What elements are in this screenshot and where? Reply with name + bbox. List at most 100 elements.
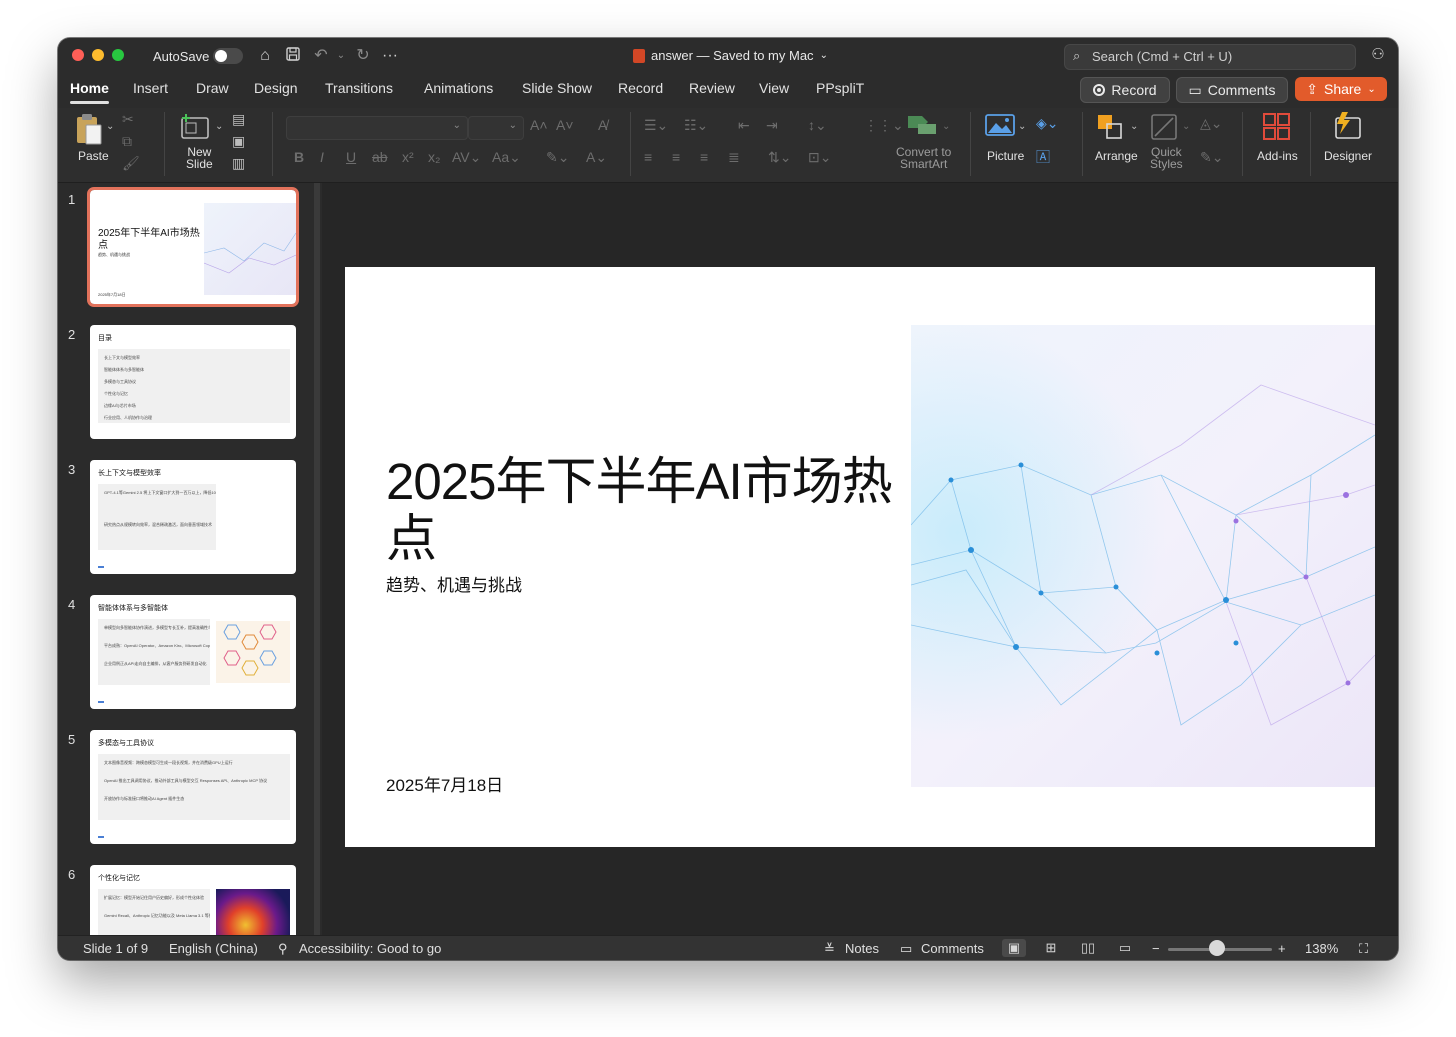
decrease-font-icon[interactable]: A˅ — [556, 116, 574, 134]
tab-transitions[interactable]: Transitions — [325, 80, 393, 96]
slide-sorter-icon[interactable]: ⊞ — [1039, 939, 1063, 957]
thumbnail-slide-5[interactable]: 多模态与工具协议 文本图像音视频：跨模态模型可生成一段长视频，并在消费级GPU上… — [90, 730, 296, 844]
shape-outline-icon[interactable]: ✎⌄ — [1200, 148, 1223, 166]
shapes-icon[interactable]: ◈⌄ — [1036, 114, 1059, 132]
thumbnail-slide-4[interactable]: 智能体体系与多智能体 单模型向多智能体协作演进，多模型专长互补，提高准确性与扩展… — [90, 595, 296, 709]
tab-view[interactable]: View — [759, 80, 789, 96]
tab-slide-show[interactable]: Slide Show — [522, 80, 592, 96]
tab-record[interactable]: Record — [618, 80, 663, 96]
autosave-toggle[interactable] — [213, 48, 243, 64]
arrange-icon[interactable] — [1094, 112, 1126, 142]
format-painter-icon[interactable]: 🖌 — [122, 154, 140, 172]
thumbnail-slide-3[interactable]: 长上下文与模型效率 GPT-4.1等Gemini 2.5 将上下文窗口扩大到一百… — [90, 460, 296, 574]
picture-dropdown-icon[interactable]: ⌄ — [1018, 118, 1026, 136]
undo-dropdown-icon[interactable]: ⌄ — [331, 46, 351, 66]
reading-view-icon[interactable]: ▯▯ — [1076, 939, 1100, 957]
smartart-dropdown-icon[interactable]: ⌄ — [942, 118, 950, 136]
tab-review[interactable]: Review — [689, 80, 735, 96]
tab-home[interactable]: Home — [70, 80, 109, 104]
section-icon[interactable]: ▥ — [232, 154, 245, 172]
tab-ppsplit[interactable]: PPspliT — [816, 80, 864, 96]
slide-subtitle[interactable]: 趋势、机遇与挑战 — [386, 571, 522, 596]
align-left-icon[interactable]: ≡ — [644, 148, 652, 166]
zoom-in-icon[interactable]: + — [1278, 941, 1286, 956]
home-icon[interactable]: ⌂ — [255, 46, 275, 66]
slide-date[interactable]: 2025年7月18日 — [386, 771, 503, 796]
justify-icon[interactable]: ≣ — [728, 148, 740, 166]
columns-icon[interactable]: ⋮⋮⌄ — [864, 116, 904, 134]
comments-button[interactable]: ▭ Comments — [1176, 77, 1288, 103]
quick-styles-icon[interactable] — [1148, 112, 1180, 142]
numbering-icon[interactable]: ☷⌄ — [684, 116, 708, 134]
undo-icon[interactable]: ↶ — [311, 46, 331, 66]
align-text-icon[interactable]: ⊡⌄ — [808, 148, 831, 166]
shape-fill-icon[interactable]: ◬⌄ — [1200, 114, 1223, 132]
italic-icon[interactable]: I — [320, 148, 324, 166]
highlight-icon[interactable]: ✎⌄ — [546, 148, 569, 166]
fit-to-window-icon[interactable]: ⛶ — [1359, 941, 1368, 957]
save-icon[interactable] — [283, 46, 303, 66]
decrease-indent-icon[interactable]: ⇤ — [738, 116, 750, 134]
network-image[interactable] — [910, 325, 1375, 787]
document-title[interactable]: answer — Saved to my Mac ⌄ — [633, 48, 828, 63]
paste-dropdown-icon[interactable]: ⌄ — [106, 118, 114, 136]
increase-font-icon[interactable]: A˄ — [530, 116, 548, 134]
close-window-button[interactable] — [72, 49, 84, 61]
thumbnails-scrollbar[interactable] — [314, 183, 320, 935]
text-box-icon[interactable]: 🄰 — [1036, 148, 1050, 166]
line-spacing-icon[interactable]: ↕⌄ — [808, 116, 827, 134]
more-icon[interactable]: ··· — [380, 46, 400, 66]
language-status[interactable]: English (China) — [169, 941, 258, 956]
copy-icon[interactable]: ⧉ — [122, 132, 132, 150]
slide-show-icon[interactable]: ▭ — [1113, 939, 1137, 957]
clear-formatting-icon[interactable]: A̸ — [598, 116, 607, 134]
slide-title[interactable]: 2025年下半年AI市场热点 — [386, 453, 916, 567]
font-size-select[interactable]: ⌄ — [468, 116, 524, 140]
zoom-slider-knob[interactable] — [1208, 940, 1225, 956]
reset-icon[interactable]: ▣ — [232, 132, 245, 150]
text-direction-icon[interactable]: ⇅⌄ — [768, 148, 791, 166]
new-slide-dropdown-icon[interactable]: ⌄ — [215, 118, 223, 136]
align-center-icon[interactable]: ≡ — [672, 148, 680, 166]
increase-indent-icon[interactable]: ⇥ — [766, 116, 778, 134]
tab-insert[interactable]: Insert — [133, 80, 168, 96]
search-box[interactable]: ⌕ Search (Cmd + Ctrl + U) — [1064, 44, 1356, 70]
share-button[interactable]: ⇪ Share ⌄ — [1295, 77, 1387, 101]
designer-icon[interactable] — [1330, 110, 1364, 142]
record-button[interactable]: Record — [1080, 77, 1170, 103]
thumbnail-slide-6[interactable]: 个性化与记忆 扩展记忆：模型开始记住用户历史偏好，形成个性化体验 Gemini … — [90, 865, 296, 935]
arrange-dropdown-icon[interactable]: ⌄ — [1130, 118, 1138, 136]
underline-icon[interactable]: U — [346, 148, 356, 166]
tab-design[interactable]: Design — [254, 80, 298, 96]
layout-icon[interactable]: ▤ — [232, 110, 245, 128]
add-ins-icon[interactable] — [1262, 112, 1292, 142]
superscript-icon[interactable]: x² — [402, 148, 414, 166]
smartart-icon[interactable] — [906, 112, 938, 138]
picture-icon[interactable] — [984, 112, 1016, 140]
normal-view-icon[interactable]: ▣ — [1002, 939, 1026, 957]
thumbnail-slide-2[interactable]: 目录 长上下文与模型效率 智能体体系与多智能体 多模态与工具协议 个性化与记忆 … — [90, 325, 296, 439]
thumbnail-slide-1[interactable]: 2025年下半年AI市场热点 趋势、机遇与挑战 2025年7月18日 — [87, 187, 299, 307]
accessibility-status[interactable]: Accessibility: Good to go — [299, 941, 441, 956]
change-case-icon[interactable]: Aa⌄ — [492, 148, 521, 166]
comments-status-button[interactable]: Comments — [921, 941, 984, 956]
paste-icon[interactable] — [74, 112, 104, 146]
redo-icon[interactable]: ↻ — [353, 46, 373, 66]
zoom-level[interactable]: 138% — [1305, 941, 1338, 956]
zoom-out-icon[interactable]: − — [1152, 941, 1160, 956]
font-name-select[interactable]: ⌄ — [286, 116, 468, 140]
bullets-icon[interactable]: ☰⌄ — [644, 116, 668, 134]
account-icon[interactable]: ⚇ — [1368, 45, 1388, 65]
minimize-window-button[interactable] — [92, 49, 104, 61]
cut-icon[interactable]: ✂ — [122, 110, 134, 128]
align-right-icon[interactable]: ≡ — [700, 148, 708, 166]
bold-icon[interactable]: B — [294, 148, 304, 166]
quick-styles-dropdown-icon[interactable]: ⌄ — [1182, 118, 1190, 136]
new-slide-icon[interactable] — [180, 112, 212, 140]
font-color-icon[interactable]: A⌄ — [586, 148, 607, 166]
current-slide[interactable]: 2025年下半年AI市场热点 趋势、机遇与挑战 2025年7月18日 — [345, 267, 1375, 847]
subscript-icon[interactable]: x₂ — [428, 148, 440, 166]
tab-animations[interactable]: Animations — [424, 80, 493, 96]
character-spacing-icon[interactable]: AV⌄ — [452, 148, 481, 166]
zoom-window-button[interactable] — [112, 49, 124, 61]
